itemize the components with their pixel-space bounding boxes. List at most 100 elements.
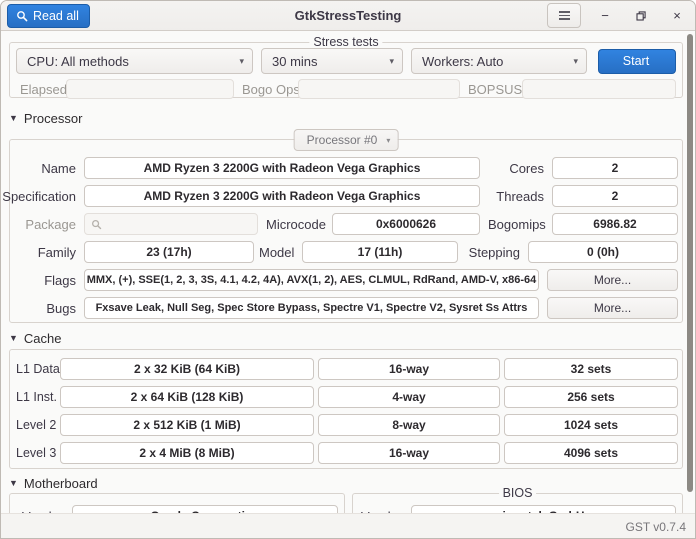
- bogo-ops-label: Bogo Ops: [242, 81, 300, 97]
- cache-row-l1-data: L1 Data 2 x 32 KiB (64 KiB) 16-way 32 se…: [16, 358, 678, 380]
- cache-size-field[interactable]: 2 x 32 KiB (64 KiB): [60, 358, 314, 380]
- processor-selector-button[interactable]: Processor #0 ▾: [293, 129, 399, 151]
- close-icon: ×: [673, 8, 681, 23]
- cache-row-label: L1 Data: [16, 362, 60, 376]
- stress-duration-combo[interactable]: 30 mins ▾: [261, 48, 403, 74]
- cache-size-field[interactable]: 2 x 4 MiB (8 MiB): [60, 442, 314, 464]
- stress-tests-frame: Stress tests CPU: All methods ▾ 30 mins …: [9, 35, 683, 99]
- stepping-label: Stepping: [468, 244, 520, 260]
- close-button[interactable]: ×: [665, 3, 689, 29]
- mb-vendor-label: Vendor: [22, 509, 68, 514]
- cache-ways-field[interactable]: 4-way: [318, 386, 500, 408]
- minimize-icon: −: [601, 8, 609, 23]
- name-label: Name: [41, 160, 76, 176]
- processor-selector-label: Processor #0: [306, 133, 378, 147]
- start-button[interactable]: Start: [598, 48, 676, 74]
- family-label: Family: [37, 244, 76, 260]
- motherboard-frames: Vendor Oracle Corporation BIOS Vendor in…: [9, 486, 683, 513]
- stress-method-value: CPU: All methods: [27, 53, 129, 69]
- mb-vendor-field[interactable]: Oracle Corporation: [72, 505, 338, 513]
- window-controls: − ×: [547, 3, 695, 29]
- cache-expander[interactable]: ▼ Cache: [9, 330, 695, 346]
- chevron-down-icon: ▾: [573, 55, 578, 66]
- bios-vendor-row: Vendor innotek GmbH: [359, 505, 676, 513]
- package-search-field: [84, 213, 258, 235]
- stress-workers-combo[interactable]: Workers: Auto ▾: [411, 48, 587, 74]
- app-window: GtkStressTesting Read all − × Stress tes…: [0, 0, 696, 539]
- microcode-label: Microcode: [266, 216, 326, 232]
- processor-expander[interactable]: ▼ Processor: [9, 110, 695, 126]
- flags-more-button[interactable]: More...: [547, 269, 678, 291]
- microcode-field[interactable]: 0x6000626: [332, 213, 480, 235]
- processor-package-row: Package Microcode 0x6000626 Bogomips 698…: [16, 213, 678, 235]
- restore-button[interactable]: [629, 3, 653, 29]
- processor-flags-row: Flags MMX, (+), SSE(1, 2, 3, 3S, 4.1, 4.…: [16, 269, 678, 291]
- scrollbar-track[interactable]: [683, 31, 695, 513]
- cache-size-field[interactable]: 2 x 64 KiB (128 KiB): [60, 386, 314, 408]
- family-field[interactable]: 23 (17h): [84, 241, 254, 263]
- cache-size-field[interactable]: 2 x 512 KiB (1 MiB): [60, 414, 314, 436]
- stress-workers-value: Workers: Auto: [422, 53, 504, 69]
- bios-frame-label: BIOS: [498, 486, 537, 501]
- motherboard-section-label: Motherboard: [23, 475, 98, 491]
- cache-sets-field[interactable]: 256 sets: [504, 386, 678, 408]
- processor-name-row: Name AMD Ryzen 3 2200G with Radeon Vega …: [16, 157, 678, 179]
- cache-row-level2: Level 2 2 x 512 KiB (1 MiB) 8-way 1024 s…: [16, 414, 678, 436]
- headerbar: GtkStressTesting Read all − ×: [1, 1, 695, 31]
- scrollbar-thumb[interactable]: [687, 34, 693, 492]
- read-all-button[interactable]: Read all: [7, 3, 90, 28]
- stress-controls-row: CPU: All methods ▾ 30 mins ▾ Workers: Au…: [16, 48, 676, 74]
- motherboard-vendor-row: Vendor Oracle Corporation: [16, 505, 338, 513]
- cache-row-label: L1 Inst.: [16, 390, 57, 404]
- elapsed-label: Elapsed: [20, 81, 67, 97]
- flags-field[interactable]: MMX, (+), SSE(1, 2, 3, 3S, 4.1, 4.2, 4A)…: [84, 269, 539, 291]
- chevron-down-icon: ▾: [239, 55, 244, 66]
- processor-spec-row: Specification AMD Ryzen 3 2200G with Rad…: [2, 185, 678, 207]
- threads-field[interactable]: 2: [552, 185, 678, 207]
- cache-sets-field[interactable]: 1024 sets: [504, 414, 678, 436]
- bugs-more-button[interactable]: More...: [547, 297, 678, 319]
- cache-sets-field[interactable]: 32 sets: [504, 358, 678, 380]
- menu-button[interactable]: [547, 3, 581, 28]
- restore-icon: [635, 10, 647, 22]
- specification-field[interactable]: AMD Ryzen 3 2200G with Radeon Vega Graph…: [84, 185, 480, 207]
- elapsed-field: [66, 79, 234, 99]
- expander-arrow-icon: ▼: [9, 333, 18, 343]
- bogomips-field[interactable]: 6986.82: [552, 213, 678, 235]
- processor-family-row: Family 23 (17h) Model 17 (11h) Stepping …: [16, 241, 678, 263]
- bopsust-label: BOPSUST: [468, 81, 531, 97]
- start-label: Start: [622, 54, 650, 68]
- statusbar: GST v0.7.4: [1, 513, 695, 538]
- read-all-label: Read all: [33, 8, 79, 23]
- processor-section-label: Processor: [23, 110, 83, 126]
- stress-duration-value: 30 mins: [272, 53, 318, 69]
- model-field[interactable]: 17 (11h): [302, 241, 458, 263]
- cache-sets-field[interactable]: 4096 sets: [504, 442, 678, 464]
- bios-vendor-label: Vendor: [361, 509, 405, 514]
- stress-results-row: Elapsed Bogo Ops BOPSUST: [16, 79, 676, 99]
- stepping-field[interactable]: 0 (0h): [528, 241, 678, 263]
- cache-ways-field[interactable]: 8-way: [318, 414, 500, 436]
- chevron-down-icon: ▾: [389, 55, 394, 66]
- stress-method-combo[interactable]: CPU: All methods ▾: [16, 48, 253, 74]
- bios-vendor-field[interactable]: innotek GmbH: [411, 505, 676, 513]
- cache-section-label: Cache: [23, 330, 62, 346]
- cores-field[interactable]: 2: [552, 157, 678, 179]
- main-content: Stress tests CPU: All methods ▾ 30 mins …: [1, 31, 695, 513]
- cache-row-level3: Level 3 2 x 4 MiB (8 MiB) 16-way 4096 se…: [16, 442, 678, 464]
- bugs-field[interactable]: Fxsave Leak, Null Seg, Spec Store Bypass…: [84, 297, 539, 319]
- bopsust-field: [522, 79, 676, 99]
- bogomips-label: Bogomips: [488, 216, 546, 232]
- name-field[interactable]: AMD Ryzen 3 2200G with Radeon Vega Graph…: [84, 157, 480, 179]
- cache-ways-field[interactable]: 16-way: [318, 358, 500, 380]
- expander-arrow-icon: ▼: [9, 113, 18, 123]
- motherboard-info-frame: Vendor Oracle Corporation: [9, 493, 345, 513]
- cache-row-label: Level 3: [16, 446, 57, 460]
- app-version-label: GST v0.7.4: [625, 520, 686, 534]
- bios-frame: BIOS Vendor innotek GmbH: [352, 486, 683, 513]
- hamburger-icon: [558, 11, 570, 20]
- motherboard-expander[interactable]: ▼ Motherboard: [9, 475, 695, 491]
- minimize-button[interactable]: −: [593, 3, 617, 29]
- cache-ways-field[interactable]: 16-way: [318, 442, 500, 464]
- expander-arrow-icon: ▼: [9, 478, 18, 488]
